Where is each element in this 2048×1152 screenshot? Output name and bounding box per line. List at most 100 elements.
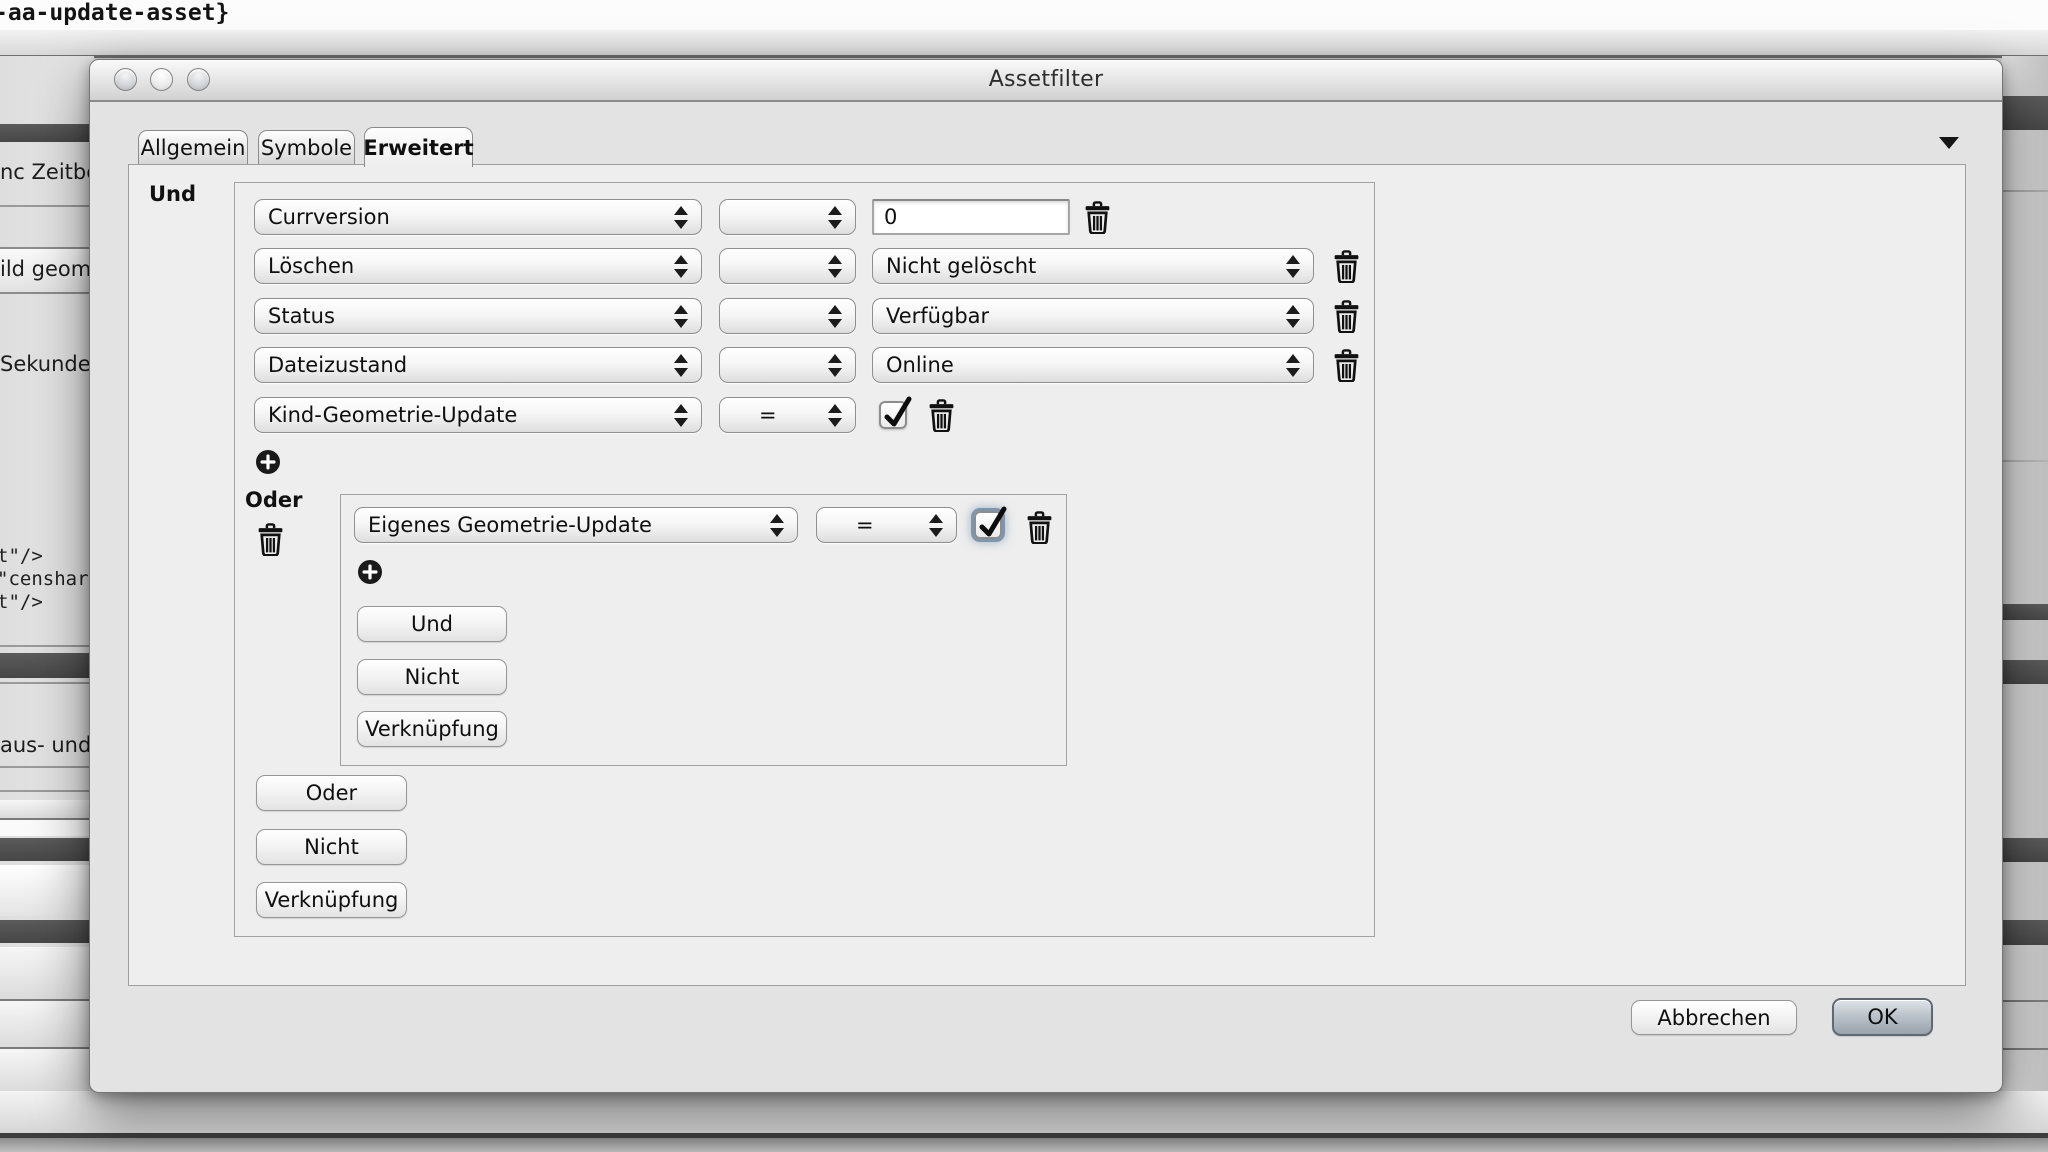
tab-allgemein[interactable]: Allgemein: [138, 130, 248, 166]
field-select-value: Status: [268, 304, 335, 328]
background-code-text: -aa-update-asset}: [0, 0, 229, 26]
select-arrows-icon: [666, 404, 688, 427]
select-arrows-icon: [1278, 255, 1300, 278]
value-select-value: Nicht gelöscht: [886, 254, 1036, 278]
field-select-value: Currversion: [268, 205, 390, 229]
field-select-value: Dateizustand: [268, 353, 407, 377]
field-select[interactable]: Kind-Geometrie-Update: [254, 397, 702, 433]
erweitert-tab-panel: Und Currversion 0: [128, 164, 1966, 986]
background-dark-row: [0, 124, 94, 142]
background-dark-row: [0, 920, 94, 943]
operator-select[interactable]: [719, 347, 856, 383]
field-select-value: Löschen: [268, 254, 354, 278]
background-dark-row: [2002, 838, 2048, 862]
operator-select-value: =: [733, 403, 777, 427]
divider: [2002, 190, 2048, 192]
add-condition-icon[interactable]: [357, 559, 383, 585]
operator-select[interactable]: [719, 248, 856, 284]
add-verknuepfung-button[interactable]: Verknüpfung: [256, 882, 407, 918]
condition-group-box: Currversion 0 Löschen: [234, 182, 1375, 937]
trash-icon[interactable]: [1333, 300, 1360, 333]
select-arrows-icon: [666, 305, 688, 328]
background-top-gradient: [0, 30, 2048, 55]
add-oder-group-button[interactable]: Oder: [256, 775, 407, 811]
assetfilter-dialog: Assetfilter Allgemein Symbole Erweitert …: [89, 59, 2003, 1093]
trash-icon[interactable]: [928, 399, 955, 432]
divider: [2002, 460, 2048, 462]
background-right-column: [2002, 56, 2048, 1091]
select-arrows-icon: [820, 255, 842, 278]
operator-select[interactable]: [719, 298, 856, 334]
field-select[interactable]: Löschen: [254, 248, 702, 284]
divider: [0, 790, 94, 792]
operator-select[interactable]: =: [816, 507, 957, 543]
tab-symbole[interactable]: Symbole: [258, 130, 355, 166]
add-condition-icon[interactable]: [255, 449, 281, 475]
select-arrows-icon: [820, 354, 842, 377]
select-arrows-icon: [762, 514, 784, 537]
select-arrows-icon: [921, 514, 943, 537]
select-arrows-icon: [666, 206, 688, 229]
select-arrows-icon: [820, 404, 842, 427]
divider: [0, 645, 94, 647]
trash-icon[interactable]: [1084, 201, 1111, 234]
subgroup-box: Eigenes Geometrie-Update =: [340, 494, 1067, 766]
background-top-band: [0, 0, 2048, 30]
background-row: [0, 1049, 94, 1091]
value-select[interactable]: Nicht gelöscht: [872, 248, 1314, 284]
checkmark-icon: [973, 500, 1007, 540]
background-row: [0, 820, 94, 836]
background-left-column: nc Zeitbes ild geome Sekunden t"/> "cens…: [0, 56, 94, 1091]
background-row: [0, 800, 94, 820]
select-arrows-icon: [666, 255, 688, 278]
background-dark-row: [2002, 660, 2048, 684]
cancel-button[interactable]: Abbrechen: [1631, 1000, 1797, 1035]
operator-select[interactable]: [719, 199, 856, 235]
background-bottom-band: [0, 1091, 2048, 1133]
value-input[interactable]: 0: [872, 199, 1070, 235]
dialog-title: Assetfilter: [90, 60, 2002, 100]
divider: [0, 766, 94, 768]
background-row: [0, 865, 94, 916]
value-input-text: 0: [884, 205, 897, 229]
trash-icon[interactable]: [1333, 349, 1360, 382]
root-operator-label: Und: [149, 182, 196, 206]
select-arrows-icon: [820, 206, 842, 229]
operator-select[interactable]: =: [719, 397, 856, 433]
field-select[interactable]: Currversion: [254, 199, 702, 235]
background-dark-row: [2002, 604, 2048, 620]
trash-icon[interactable]: [1333, 250, 1360, 283]
value-select[interactable]: Verfügbar: [872, 298, 1314, 334]
chevron-down-icon[interactable]: [1939, 137, 1959, 149]
background-fragment-xml1: t"/>: [0, 545, 43, 568]
background-fragment-censhare: "censhare: [0, 568, 94, 591]
background-dark-row: [2002, 920, 2048, 945]
value-checkbox[interactable]: [879, 401, 907, 429]
background-field: ild geome: [0, 247, 94, 294]
add-verknuepfung-button[interactable]: Verknüpfung: [357, 711, 507, 747]
value-select[interactable]: Online: [872, 347, 1314, 383]
add-nicht-group-button[interactable]: Nicht: [256, 829, 407, 865]
background-fragment-sekunden: Sekunden: [0, 352, 94, 376]
value-select-value: Verfügbar: [886, 304, 989, 328]
select-arrows-icon: [1278, 354, 1300, 377]
value-checkbox-focused[interactable]: [974, 511, 1002, 539]
add-und-group-button[interactable]: Und: [357, 606, 507, 642]
ok-button[interactable]: OK: [1832, 998, 1933, 1036]
add-nicht-group-button[interactable]: Nicht: [357, 659, 507, 695]
divider: [2002, 1000, 2048, 1002]
subgroup-operator-label: Oder: [245, 488, 302, 512]
trash-icon[interactable]: [1026, 511, 1053, 544]
field-select[interactable]: Status: [254, 298, 702, 334]
select-arrows-icon: [1278, 305, 1300, 328]
background-fragment-ausund: aus- und: [0, 733, 91, 757]
field-select[interactable]: Dateizustand: [254, 347, 702, 383]
background-dark-row: [0, 653, 94, 678]
field-select[interactable]: Eigenes Geometrie-Update: [354, 507, 798, 543]
divider: [2002, 1048, 2048, 1050]
trash-icon[interactable]: [257, 523, 284, 556]
background-fragment-zeitbes: nc Zeitbes: [0, 160, 94, 184]
background-row: [0, 947, 94, 1001]
tab-erweitert[interactable]: Erweitert: [364, 127, 473, 167]
background-divider: [0, 55, 2048, 58]
